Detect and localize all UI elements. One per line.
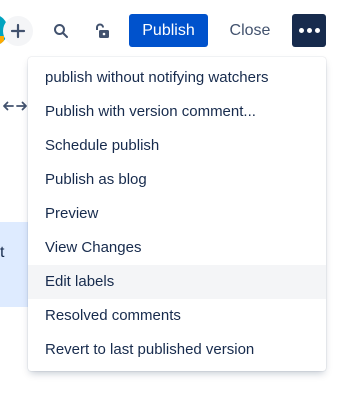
menu-item-edit-labels[interactable]: Edit labels — [28, 265, 326, 299]
menu-item-preview[interactable]: Preview — [28, 197, 326, 231]
page-content-text: t — [0, 244, 5, 261]
menu-item-revert[interactable]: Revert to last published version — [28, 333, 326, 367]
more-actions-menu: publish without notifying watchers Publi… — [28, 57, 326, 371]
more-icon — [298, 28, 304, 33]
add-button[interactable] — [3, 16, 33, 46]
resize-arrows-icon[interactable] — [2, 99, 28, 113]
plus-icon — [10, 23, 26, 39]
restrictions-button[interactable] — [87, 16, 117, 46]
close-button[interactable]: Close — [222, 14, 278, 47]
menu-item-publish-without-notifying[interactable]: publish without notifying watchers — [28, 61, 326, 95]
avatar-badge: M — [0, 36, 4, 46]
publish-button[interactable]: Publish — [129, 14, 208, 47]
unlock-icon — [96, 23, 109, 38]
page-content-panel: t — [0, 222, 28, 307]
menu-item-publish-as-blog[interactable]: Publish as blog — [28, 163, 326, 197]
menu-item-view-changes[interactable]: View Changes — [28, 231, 326, 265]
more-icon-dot — [306, 28, 312, 33]
menu-item-resolved-comments[interactable]: Resolved comments — [28, 299, 326, 333]
more-actions-button[interactable] — [292, 14, 326, 47]
more-icon-dot — [314, 28, 320, 33]
menu-item-schedule-publish[interactable]: Schedule publish — [28, 129, 326, 163]
search-button[interactable] — [46, 16, 76, 46]
menu-item-publish-with-comment[interactable]: Publish with version comment... — [28, 95, 326, 129]
search-icon — [54, 24, 68, 38]
